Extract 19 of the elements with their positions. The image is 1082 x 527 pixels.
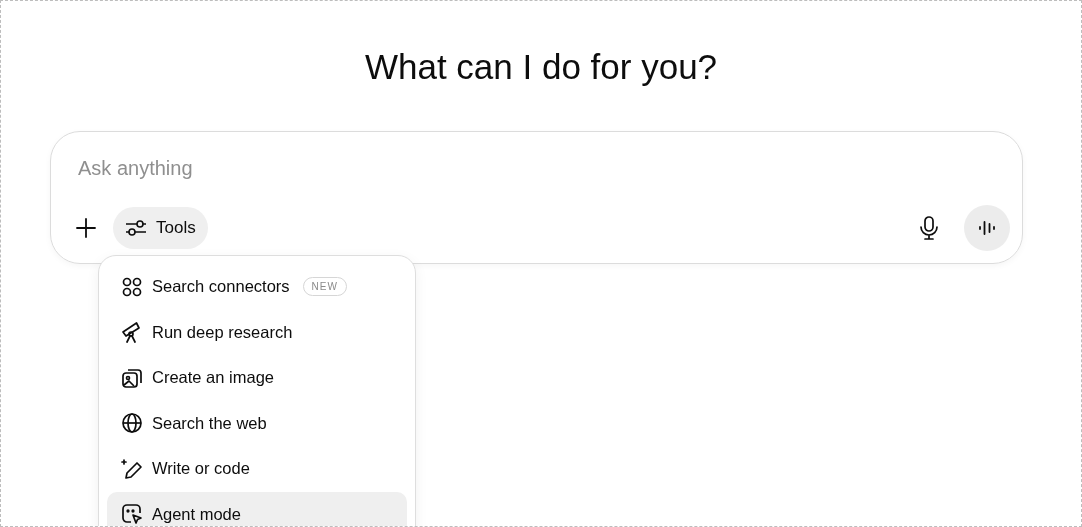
menu-item[interactable]: Search the web [107,400,407,446]
page-heading: What can I do for you? [364,46,718,88]
plus-icon [76,218,96,238]
menu-item[interactable]: Create an image [107,355,407,401]
telescope-icon [121,321,143,344]
connectors-icon [121,275,143,298]
sliders-icon [125,218,147,238]
agent-icon [121,503,143,526]
menu-item[interactable]: Search connectors NEW [107,264,407,310]
waveform-icon [978,219,996,237]
menu-item[interactable]: Agent mode [107,491,407,526]
globe-icon [121,412,143,435]
microphone-icon [920,216,938,240]
pen-icon [121,457,143,480]
menu-item[interactable]: Write or code [107,446,407,492]
voice-mode-button[interactable] [964,205,1010,251]
image-icon [121,366,143,389]
menu-item[interactable]: Run deep research [107,309,407,355]
tools-button[interactable]: Tools [113,207,208,249]
